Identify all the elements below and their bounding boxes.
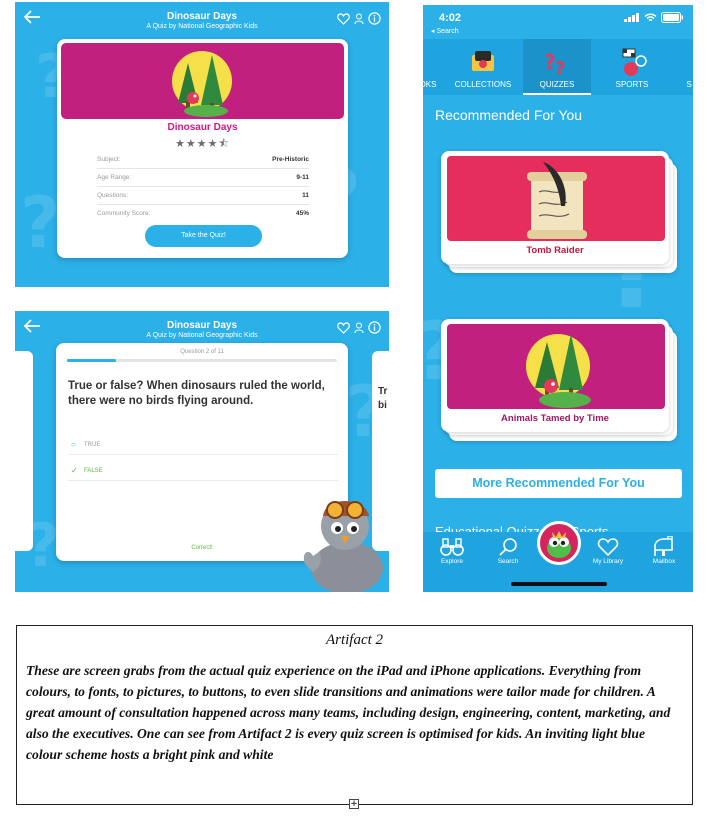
info-value: 9-11 bbox=[296, 174, 309, 181]
tab-explore[interactable]: Explore bbox=[427, 536, 477, 565]
battery-icon bbox=[661, 12, 683, 23]
question-counter: Question 2 of 11 bbox=[180, 349, 224, 355]
quiz-card-banner bbox=[447, 156, 665, 241]
profile-avatar-button[interactable] bbox=[537, 521, 581, 565]
ipad-quiz-question-screen: ? ? Dinosaur Days A Quiz by National Geo… bbox=[15, 311, 389, 592]
quiz-card-title: Dinosaur Days bbox=[167, 122, 238, 133]
tab-sports[interactable]: SPORTS bbox=[599, 39, 665, 95]
tab-quizzes[interactable]: ?? QUIZZES bbox=[523, 39, 591, 95]
radio-circle-icon: ○ bbox=[71, 440, 76, 449]
svg-text:?: ? bbox=[544, 50, 556, 74]
tab-label: Search bbox=[497, 558, 519, 565]
tab-label: OKS bbox=[423, 80, 437, 89]
info-value: Pre-Historic bbox=[272, 156, 309, 163]
wifi-icon bbox=[644, 13, 657, 21]
answer-label: FALSE bbox=[84, 468, 103, 474]
tab-more[interactable]: S bbox=[679, 39, 693, 95]
tab-books[interactable]: OKS bbox=[423, 39, 441, 95]
tab-label: QUIZZES bbox=[539, 80, 575, 89]
home-indicator bbox=[511, 582, 607, 586]
info-row-questions: Questions: 11 bbox=[97, 187, 309, 205]
heart-icon bbox=[597, 538, 619, 557]
quiz-subtitle: A Quiz by National Geographic Kids bbox=[146, 23, 258, 30]
answer-label: TRUE bbox=[84, 442, 101, 448]
quiz-detail-card: Dinosaur Days ★★★★⯪ Subject: Pre-Histori… bbox=[57, 39, 348, 258]
tab-label: Mailbox bbox=[652, 558, 676, 565]
tab-search[interactable]: Search bbox=[483, 536, 533, 565]
previous-question-card[interactable] bbox=[15, 351, 33, 551]
info-value: 11 bbox=[302, 192, 309, 199]
info-label: Age Range: bbox=[97, 174, 132, 181]
table-move-handle-icon[interactable]: + bbox=[349, 799, 359, 809]
trees-sun-illustration bbox=[526, 334, 591, 408]
quizzes-question-icon: ?? bbox=[544, 50, 565, 77]
caption-title: Artifact 2 bbox=[325, 632, 384, 648]
caption-box: Artifact 2 These are screen grabs from t… bbox=[16, 625, 693, 805]
answer-option-true[interactable]: ○ TRUE bbox=[68, 437, 338, 455]
svg-text:?: ? bbox=[555, 58, 565, 77]
info-value: 45% bbox=[295, 210, 309, 217]
quiz-header: Dinosaur Days A Quiz by National Geograp… bbox=[15, 2, 389, 40]
info-label: Subject: bbox=[97, 156, 121, 163]
info-label: Questions: bbox=[97, 192, 129, 199]
tab-my-library[interactable]: My Library bbox=[583, 536, 633, 565]
iphone-quizzes-screen: ? ? 4:02 ◂ Search OKS COLLECTIONS ?? QUI… bbox=[423, 5, 693, 592]
info-row-community-score: Community Score: 45% bbox=[97, 205, 309, 223]
question-progress-fill bbox=[67, 359, 116, 362]
tab-label: SPORTS bbox=[615, 80, 649, 89]
ipad-quiz-intro-screen: ? ? ? Dinosaur Days A Quiz by National G… bbox=[15, 2, 389, 287]
more-recommended-button[interactable]: More Recommended For You bbox=[435, 469, 682, 498]
status-bar: 4:02 ◂ Search bbox=[423, 5, 693, 37]
take-quiz-button[interactable]: Take the Quiz! bbox=[145, 225, 262, 247]
info-row-subject: Subject: Pre-Historic bbox=[97, 151, 309, 169]
quiz-card-title: Animals Tamed by Time bbox=[501, 413, 609, 424]
user-icon[interactable] bbox=[354, 321, 364, 334]
tab-mailbox[interactable]: Mailbox bbox=[639, 536, 689, 565]
scroll-quill-illustration bbox=[527, 162, 587, 239]
quiz-banner-image bbox=[61, 43, 344, 119]
tab-label: Explore bbox=[440, 558, 464, 565]
tab-label: COLLECTIONS bbox=[454, 80, 512, 89]
signal-icon bbox=[624, 13, 639, 22]
checkmark-icon: ✓ bbox=[71, 466, 78, 475]
category-tab-bar: OKS COLLECTIONS ?? QUIZZES SPORTS S bbox=[423, 39, 693, 95]
search-icon bbox=[499, 538, 517, 556]
quiz-title: Dinosaur Days bbox=[166, 11, 238, 22]
answer-option-false[interactable]: ✓ FALSE bbox=[68, 463, 338, 481]
favorite-heart-icon[interactable] bbox=[337, 321, 350, 334]
collections-icon bbox=[472, 51, 494, 71]
quiz-card-tomb-raider[interactable]: Tomb Raider bbox=[441, 151, 669, 264]
question-progress-bar bbox=[67, 359, 337, 362]
mailbox-icon bbox=[654, 536, 673, 556]
info-icon[interactable] bbox=[368, 321, 381, 334]
avatar-icon bbox=[547, 531, 571, 558]
quiz-card-banner bbox=[447, 324, 665, 409]
tab-label: S bbox=[686, 80, 692, 89]
pigeon-mascot-illustration bbox=[303, 501, 383, 592]
status-time: 4:02 bbox=[439, 12, 462, 24]
tab-label: My Library bbox=[592, 558, 624, 565]
next-question-peek-text: Tr bi bbox=[378, 386, 388, 411]
quiz-subtitle: A Quiz by National Geographic Kids bbox=[146, 332, 258, 339]
section-heading: Recommended For You bbox=[435, 107, 583, 123]
quiz-card-title: Tomb Raider bbox=[526, 245, 584, 256]
favorite-heart-icon[interactable] bbox=[337, 12, 350, 25]
info-label: Community Score: bbox=[97, 210, 151, 217]
sports-icon bbox=[622, 48, 647, 76]
tab-collections[interactable]: COLLECTIONS bbox=[449, 39, 517, 95]
quiz-card-animals-tamed-by-time[interactable]: Animals Tamed by Time bbox=[441, 319, 669, 432]
quiz-title: Dinosaur Days bbox=[166, 320, 238, 331]
binoculars-icon bbox=[440, 538, 464, 556]
user-icon[interactable] bbox=[354, 12, 364, 25]
background-question-mark: ? bbox=[20, 182, 61, 264]
info-row-age-range: Age Range: 9-11 bbox=[97, 169, 309, 187]
info-icon[interactable] bbox=[368, 12, 381, 25]
back-to-search-link[interactable]: ◂ Search bbox=[431, 27, 459, 35]
question-text: True or false? When dinosaurs ruled the … bbox=[68, 380, 325, 407]
caption-body: These are screen grabs from the actual q… bbox=[26, 663, 671, 762]
